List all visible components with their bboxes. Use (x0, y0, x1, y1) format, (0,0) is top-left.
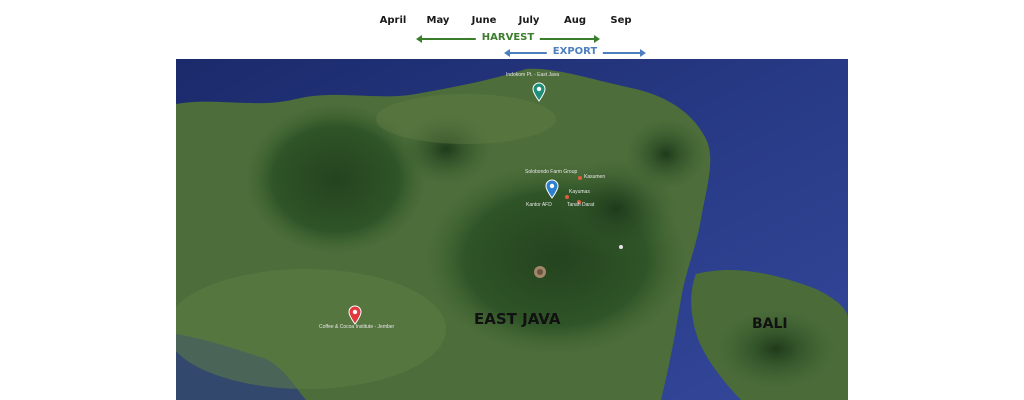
export-arrow: EXPORT (504, 46, 646, 59)
month-july: July (518, 15, 540, 26)
export-arrowhead-left-icon (504, 49, 510, 57)
satellite-map[interactable]: Indokom Pt. - East Java Solobondo Farm G… (176, 59, 848, 400)
red-map-pin-icon[interactable] (348, 305, 362, 325)
location-dot-icon[interactable] (565, 195, 569, 199)
harvest-label: HARVEST (475, 32, 541, 43)
harvest-arrowhead-left-icon (416, 35, 422, 43)
pin-label-north-coast: Indokom Pt. - East Java (506, 72, 560, 78)
pin-label-jember: Coffee & Cocoa Institute - Jember (319, 324, 395, 330)
region-label-bali: BALI (752, 316, 788, 332)
harvest-arrow: HARVEST (416, 32, 600, 45)
month-aug: Aug (563, 15, 587, 26)
month-april: April (379, 15, 407, 26)
point-label-tanah-darat: Tanah Darat (567, 202, 595, 208)
pin-label-farm: Solobondo Farm Group (525, 169, 578, 175)
month-may: May (426, 15, 450, 26)
point-label-kasumen: Kasumen (584, 174, 606, 180)
location-dot-icon[interactable] (578, 176, 582, 180)
month-june: June (471, 15, 497, 26)
point-label-kayumas: Kayumas (569, 189, 590, 195)
harvest-arrowhead-right-icon (594, 35, 600, 43)
blue-map-pin-icon[interactable] (545, 179, 559, 199)
teal-map-pin-icon[interactable] (532, 82, 546, 102)
point-label-kantor: Kantor AFD (526, 202, 552, 208)
export-arrowhead-right-icon (640, 49, 646, 57)
map-terrain (176, 59, 848, 400)
export-label: EXPORT (546, 46, 604, 57)
region-label-east-java: EAST JAVA (474, 310, 561, 328)
month-sep: Sep (610, 15, 632, 26)
